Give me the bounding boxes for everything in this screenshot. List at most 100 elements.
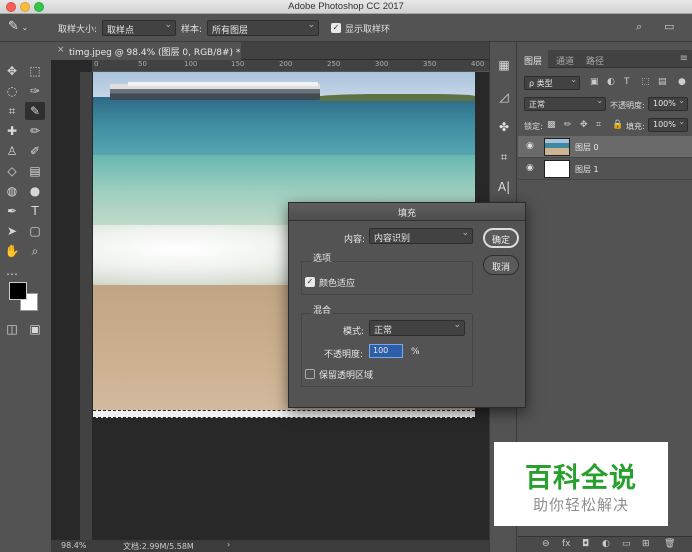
filter-shape-icon[interactable]: ⬚ [641,77,650,87]
pen-tool-icon[interactable]: ✒ [2,202,22,220]
blend-group-label: 混合 [311,303,334,316]
adjustments-panel-icon[interactable]: ◿ [496,90,512,106]
new-group-icon[interactable]: ▭ [622,539,631,549]
layer-name[interactable]: 图层 0 [575,142,599,153]
filter-toggle-icon[interactable]: ● [678,77,686,87]
character-panel-icon[interactable]: A| [496,180,512,196]
libraries-panel-icon[interactable]: ✤ [496,120,512,136]
add-mask-icon[interactable]: ◘ [582,539,589,549]
image-hills [318,94,475,101]
filter-pixel-icon[interactable]: ▣ [590,77,599,87]
show-ring-checkbox[interactable]: ✓ [331,23,341,33]
panel-menu-icon[interactable]: ≡ [680,53,688,64]
crop-tool-icon[interactable]: ⌗ [2,102,22,120]
more-tools-icon[interactable]: … [2,262,22,280]
eyedropper-icon: ✎ [8,19,19,34]
close-document-icon[interactable]: × [57,45,65,55]
healing-brush-tool-icon[interactable]: ✚ [2,122,22,140]
content-dropdown[interactable]: 内容识别 [369,228,473,244]
search-icon[interactable]: ⌕ [636,20,642,34]
gradient-tool-icon[interactable]: ▤ [25,162,45,180]
lock-position-icon[interactable]: ✥ [580,120,588,130]
dialog-opacity-unit: % [411,347,420,357]
ruler-mark: 200 [279,60,293,68]
filter-adjustment-icon[interactable]: ◐ [607,77,615,87]
fill-dialog: 填充 内容: 内容识别 确定 取消 选项 ✓ 颜色适应 混合 模式: 正常 不透… [288,202,526,408]
eyedropper-tool-icon[interactable]: ✎ [25,102,45,120]
brush-tool-icon[interactable]: ✏ [25,122,45,140]
preserve-transparency-checkbox[interactable] [305,369,315,379]
dialog-opacity-input[interactable]: 100 [369,344,403,358]
chevron-down-icon: ⌄ [18,23,29,32]
filter-smart-object-icon[interactable]: ▤ [658,77,667,87]
eye-icon[interactable]: ◉ [526,163,534,173]
layer-thumbnail [544,138,570,156]
color-adapt-checkbox[interactable]: ✓ [305,277,315,287]
trash-icon[interactable]: 🗑 [664,539,675,549]
lock-pixels-icon[interactable]: ✏ [564,120,572,130]
workspace-icon[interactable]: ▭ [664,20,674,33]
watermark-logo: 百科全说 助你轻松解决 [494,442,668,526]
fill-field[interactable]: 100% [648,117,688,132]
screen-mode-icon[interactable]: ▣ [25,320,45,338]
zoom-tool-icon[interactable]: ⌕ [25,242,45,260]
options-group-label: 选项 [311,251,334,264]
quick-mask-icon[interactable]: ◫ [2,320,22,338]
crop-panel-icon[interactable]: ⌗ [496,150,512,166]
tab-layers[interactable]: 图层 [518,50,549,68]
eye-icon[interactable]: ◉ [526,141,534,151]
hand-tool-icon[interactable]: ✋ [2,242,22,260]
ruler-mark: 0 [94,60,99,68]
filter-type-icon[interactable]: T [624,77,630,87]
blur-tool-icon[interactable]: ◍ [2,182,22,200]
watermark-subtitle: 助你轻松解决 [532,496,629,514]
blend-mode-dropdown[interactable]: 正常 [524,96,606,111]
tab-channels[interactable]: 通道 [550,50,580,68]
status-bar: 98.4% 文档:2.99M/5.58M › [51,540,489,552]
document-tab[interactable]: × timg.jpeg @ 98.4% (图层 0, RGB/8#) * [51,42,241,60]
sample-dropdown[interactable]: 所有图层 [207,20,319,36]
eyedropper-tool-preset[interactable]: ✎ ⌄ [8,19,36,37]
dodge-tool-icon[interactable]: ● [25,182,45,200]
history-panel-icon[interactable]: ▦ [496,58,512,74]
opacity-field[interactable]: 100% [648,96,688,111]
type-tool-icon[interactable]: T [25,202,45,220]
chevron-right-icon[interactable]: › [227,540,230,549]
quick-select-tool-icon[interactable]: ✑ [25,82,45,100]
sample-size-label: 取样大小: [58,25,98,35]
lock-transparent-icon[interactable]: ▩ [547,120,556,130]
clone-stamp-tool-icon[interactable]: ♙ [2,142,22,160]
marquee-tool-icon[interactable]: ⬚ [25,62,45,80]
layer-filter-dropdown[interactable]: ρ 类型 [524,75,580,90]
layer-name[interactable]: 图层 1 [575,164,599,175]
watermark-title: 百科全说 [525,463,637,494]
adjustment-layer-icon[interactable]: ◐ [602,539,610,549]
ok-button[interactable]: 确定 [483,228,519,248]
ruler-mark: 50 [138,60,147,68]
fill-value: 100% [653,120,676,129]
zoom-level[interactable]: 98.4% [61,541,86,550]
cancel-button[interactable]: 取消 [483,255,519,275]
marquee-selection[interactable] [93,410,475,418]
layer-row[interactable]: ◉ 图层 1 [518,158,692,180]
lock-all-icon[interactable]: 🔒 [612,120,623,130]
link-layers-icon[interactable]: ⊖ [542,539,550,549]
shape-tool-icon[interactable]: ▢ [25,222,45,240]
fx-icon[interactable]: fx [562,539,571,549]
lasso-tool-icon[interactable]: ◌ [2,82,22,100]
move-tool-icon[interactable]: ✥ [2,62,22,80]
foreground-color-swatch[interactable] [9,282,27,300]
dialog-title[interactable]: 填充 [289,203,525,221]
mode-dropdown[interactable]: 正常 [369,320,465,336]
history-brush-tool-icon[interactable]: ✐ [25,142,45,160]
lock-artboard-icon[interactable]: ⌗ [596,120,601,130]
eraser-tool-icon[interactable]: ◇ [2,162,22,180]
mode-value: 正常 [374,326,393,336]
path-select-tool-icon[interactable]: ➤ [2,222,22,240]
tab-paths[interactable]: 路径 [580,50,610,68]
ruler-mark: 250 [327,60,341,68]
sample-value: 所有图层 [212,26,249,36]
sample-size-dropdown[interactable]: 取样点 [102,20,176,36]
new-layer-icon[interactable]: ⊞ [642,539,650,549]
layer-row[interactable]: ◉ 图层 0 [518,136,692,158]
